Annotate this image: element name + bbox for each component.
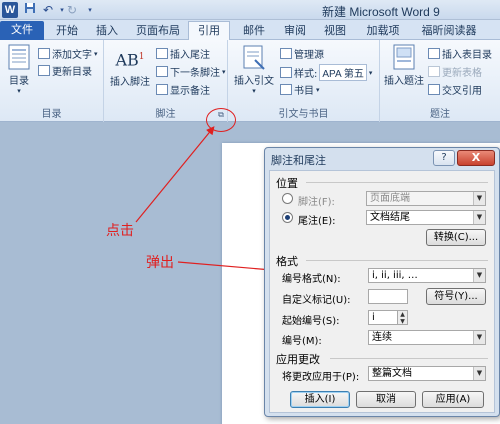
footnote-position-dropdown-icon: ▼ (473, 192, 485, 205)
convert-button[interactable]: 转换(C)... (426, 229, 486, 246)
number-format-label: 编号格式(N): (282, 274, 341, 285)
custom-mark-label: 自定义标记(U): (282, 295, 351, 306)
apply-to-label: 将更改应用于(P): (282, 372, 360, 383)
cancel-button[interactable]: 取消 (356, 391, 416, 408)
start-at-label: 起始编号(S): (282, 316, 340, 327)
endnote-position-select[interactable]: 文档结尾 ▼ (366, 210, 486, 225)
apply-section-title: 应用更改 (276, 353, 320, 366)
apply-to-select[interactable]: 整篇文档 ▼ (368, 366, 486, 381)
click-arrow (135, 126, 215, 223)
apply-to-value: 整篇文档 (372, 368, 412, 379)
apply-to-dropdown-icon: ▼ (473, 367, 485, 380)
number-format-value: i, ii, iii, … (372, 270, 418, 281)
dialog-body: 位置 脚注(F): 页面底端 ▼ 尾注(E): 文档结尾 ▼ 转换(C)... … (269, 170, 495, 413)
symbol-button[interactable]: 符号(Y)... (426, 288, 486, 305)
start-at-spinner-icon[interactable]: ▲ ▼ (398, 310, 408, 325)
popup-annotation: 弹出 (146, 255, 174, 271)
number-format-dropdown-icon: ▼ (473, 269, 485, 282)
format-separator (306, 260, 488, 261)
apply-separator (330, 358, 488, 359)
footnote-position-value: 页面底端 (370, 193, 410, 204)
numbering-select[interactable]: 连续 ▼ (368, 330, 486, 345)
format-section-title: 格式 (276, 255, 298, 268)
numbering-label: 编号(M): (282, 336, 322, 347)
close-button[interactable]: X (457, 150, 495, 166)
endnote-label: 尾注(E): (298, 216, 336, 227)
insert-button[interactable]: 插入(I) (290, 391, 350, 408)
custom-mark-input[interactable] (368, 289, 408, 304)
footnote-position-select[interactable]: 页面底端 ▼ (366, 191, 486, 206)
location-section-title: 位置 (276, 177, 298, 190)
endnote-radio[interactable] (282, 212, 293, 223)
start-at-input[interactable]: i (368, 310, 398, 325)
dialog-title: 脚注和尾注 (271, 154, 326, 167)
number-format-select[interactable]: i, ii, iii, … ▼ (368, 268, 486, 283)
popup-arrow (177, 261, 275, 274)
location-separator (306, 182, 488, 183)
footnote-endnote-dialog: 脚注和尾注 ? X 位置 脚注(F): 页面底端 ▼ 尾注(E): 文档结尾 ▼… (264, 147, 500, 417)
apply-button[interactable]: 应用(A) (422, 391, 484, 408)
numbering-value: 连续 (372, 332, 392, 343)
footnote-radio[interactable] (282, 193, 293, 204)
endnote-position-dropdown-icon: ▼ (473, 211, 485, 224)
click-annotation: 点击 (106, 223, 134, 239)
footnote-label: 脚注(F): (298, 197, 335, 208)
endnote-position-value: 文档结尾 (370, 212, 410, 223)
numbering-dropdown-icon: ▼ (473, 331, 485, 344)
help-button[interactable]: ? (433, 150, 455, 166)
